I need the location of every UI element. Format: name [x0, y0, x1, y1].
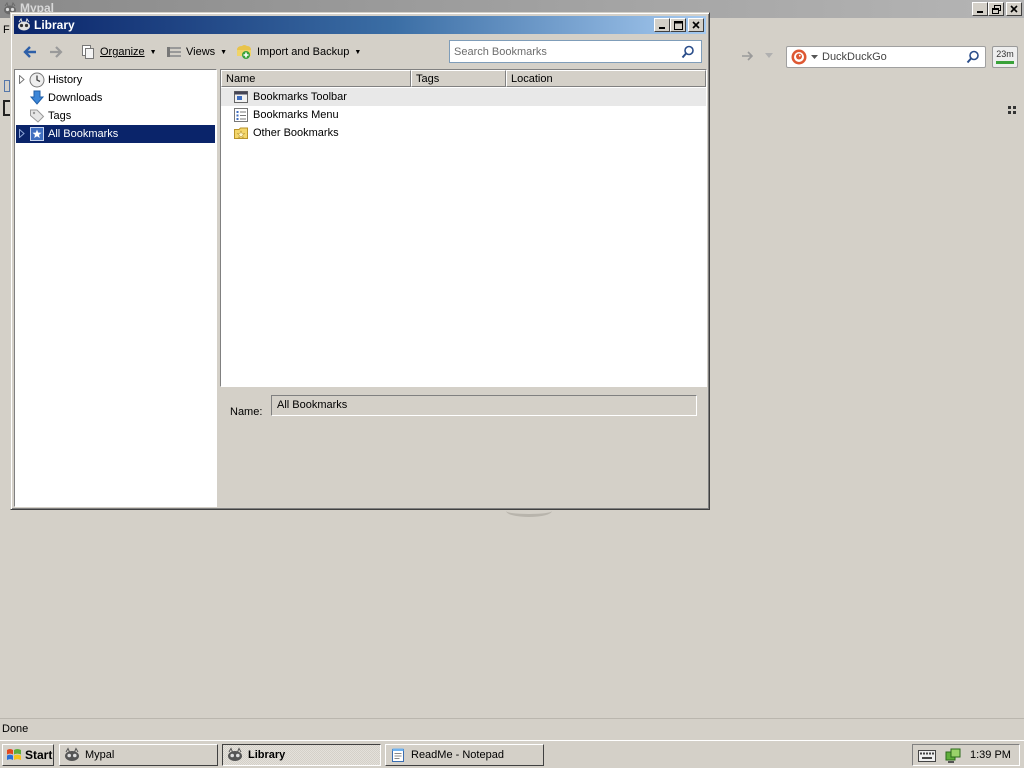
library-toolbar: Organize ▼ Views ▼ Import and Backup ▼ [14, 37, 706, 67]
views-dropdown-icon: ▼ [220, 48, 228, 56]
system-tray: 1:39 PM [912, 744, 1020, 766]
list-column-header: Name Tags Location [221, 70, 706, 87]
search-icon[interactable] [681, 45, 695, 59]
library-maximize-button[interactable] [670, 18, 686, 32]
import-backup-label: Import and Backup [257, 46, 350, 58]
notepad-icon [390, 747, 406, 763]
tree-item-all-bookmarks[interactable]: All Bookmarks [16, 125, 215, 143]
keyboard-icon[interactable] [918, 750, 936, 762]
organize-dropdown-icon: ▼ [149, 48, 157, 56]
search-bookmarks-box[interactable] [449, 40, 702, 63]
mypal-close-button[interactable] [1006, 2, 1022, 16]
grip-icon[interactable] [1008, 106, 1018, 116]
bookmark-details-pane: Name: All Bookmarks [220, 389, 707, 507]
expand-triangle-icon[interactable] [19, 75, 25, 84]
taskbar-button-label: Mypal [85, 749, 115, 761]
views-menu-button[interactable]: Views ▼ [166, 41, 227, 63]
tree-item-history[interactable]: History [16, 71, 215, 89]
bookmarks-star-icon [29, 126, 45, 142]
import-backup-dropdown-icon: ▼ [354, 48, 362, 56]
go-arrow-icon[interactable] [741, 50, 755, 62]
organize-menu-button[interactable]: Organize ▼ [80, 41, 157, 63]
list-item-label: Bookmarks Menu [253, 109, 339, 121]
library-close-button[interactable] [688, 18, 704, 32]
column-header-tags[interactable]: Tags [411, 70, 506, 87]
library-title-text: Library [34, 18, 75, 32]
organize-label: Organize [100, 46, 145, 58]
import-backup-menu-button[interactable]: Import and Backup ▼ [235, 41, 361, 63]
forward-button[interactable] [48, 41, 64, 63]
mypal-restore-button[interactable] [988, 2, 1004, 16]
windows-flag-icon [6, 748, 22, 762]
start-label: Start [25, 748, 53, 762]
views-list-icon [166, 45, 182, 59]
tree-item-label: Tags [48, 110, 72, 122]
library-minimize-button[interactable] [654, 18, 670, 32]
timer-badge-text: 23m [996, 49, 1014, 59]
mypal-minimize-button[interactable] [972, 2, 988, 16]
import-backup-icon [235, 44, 253, 60]
list-item-label: Other Bookmarks [253, 127, 339, 139]
list-item-label: Bookmarks Toolbar [253, 91, 347, 103]
browser-search-box[interactable]: DuckDuckGo [786, 46, 986, 68]
taskbar: Start Mypal Library ReadMe - Notepad 1:3… [0, 740, 1024, 768]
library-title-bar[interactable]: Library [14, 16, 706, 34]
start-button[interactable]: Start [2, 744, 54, 766]
mypal-logo-icon [227, 747, 243, 763]
back-button[interactable] [22, 41, 38, 63]
library-logo-icon [17, 18, 31, 32]
tree-item-downloads[interactable]: Downloads [16, 89, 215, 107]
name-field[interactable]: All Bookmarks [271, 395, 697, 416]
tray-clock[interactable]: 1:39 PM [970, 749, 1011, 761]
name-field-label: Name: [230, 406, 263, 418]
other-bookmarks-folder-icon [233, 125, 249, 141]
list-item-bookmarks-menu[interactable]: Bookmarks Menu [221, 106, 706, 124]
taskbar-button-mypal[interactable]: Mypal [59, 744, 218, 766]
tree-item-label: Downloads [48, 92, 103, 104]
status-bar-text: Done [2, 723, 29, 735]
taskbar-button-label: Library [248, 749, 286, 761]
bookmarks-menu-icon [233, 107, 249, 123]
bookmarks-list-pane[interactable]: Name Tags Location Bookmarks Toolbar Boo… [220, 69, 707, 387]
search-engine-placeholder: DuckDuckGo [822, 51, 887, 63]
network-icon[interactable] [944, 747, 962, 765]
mypal-logo-icon [64, 747, 80, 763]
menu-bar-remnant: F [3, 24, 10, 36]
status-bar-divider [0, 718, 1024, 719]
timer-badge-bar [996, 61, 1014, 64]
column-header-name[interactable]: Name [221, 70, 411, 87]
tree-item-label: All Bookmarks [48, 128, 119, 140]
back-arrow-icon [22, 45, 38, 59]
library-tree-pane[interactable]: History Downloads Tags All Bookmarks [14, 69, 217, 507]
timer-badge-button[interactable]: 23m [992, 46, 1018, 68]
organize-icon [80, 44, 96, 60]
taskbar-button-notepad[interactable]: ReadMe - Notepad [385, 744, 544, 766]
search-icon[interactable] [966, 50, 980, 64]
forward-arrow-icon [48, 45, 64, 59]
views-label: Views [186, 46, 216, 58]
taskbar-button-library[interactable]: Library [222, 744, 381, 766]
list-item-bookmarks-toolbar[interactable]: Bookmarks Toolbar [221, 88, 706, 106]
bookmarks-toolbar-icon [233, 89, 249, 105]
tree-item-tags[interactable]: Tags [16, 107, 215, 125]
list-item-other-bookmarks[interactable]: Other Bookmarks [221, 124, 706, 142]
duckduckgo-icon[interactable] [791, 49, 807, 65]
tag-icon [29, 108, 45, 124]
tree-item-label: History [48, 74, 83, 86]
taskbar-button-label: ReadMe - Notepad [411, 749, 504, 761]
url-history-dropdown-icon[interactable] [764, 52, 774, 60]
column-header-location[interactable]: Location [506, 70, 706, 87]
download-arrow-icon [29, 90, 45, 106]
search-engine-dropdown-icon[interactable] [811, 55, 818, 60]
expand-triangle-icon[interactable] [19, 129, 25, 138]
search-bookmarks-input[interactable] [454, 44, 674, 59]
history-clock-icon [29, 72, 45, 88]
library-window: Library Organize ▼ Views ▼ Import and Ba… [10, 12, 710, 510]
